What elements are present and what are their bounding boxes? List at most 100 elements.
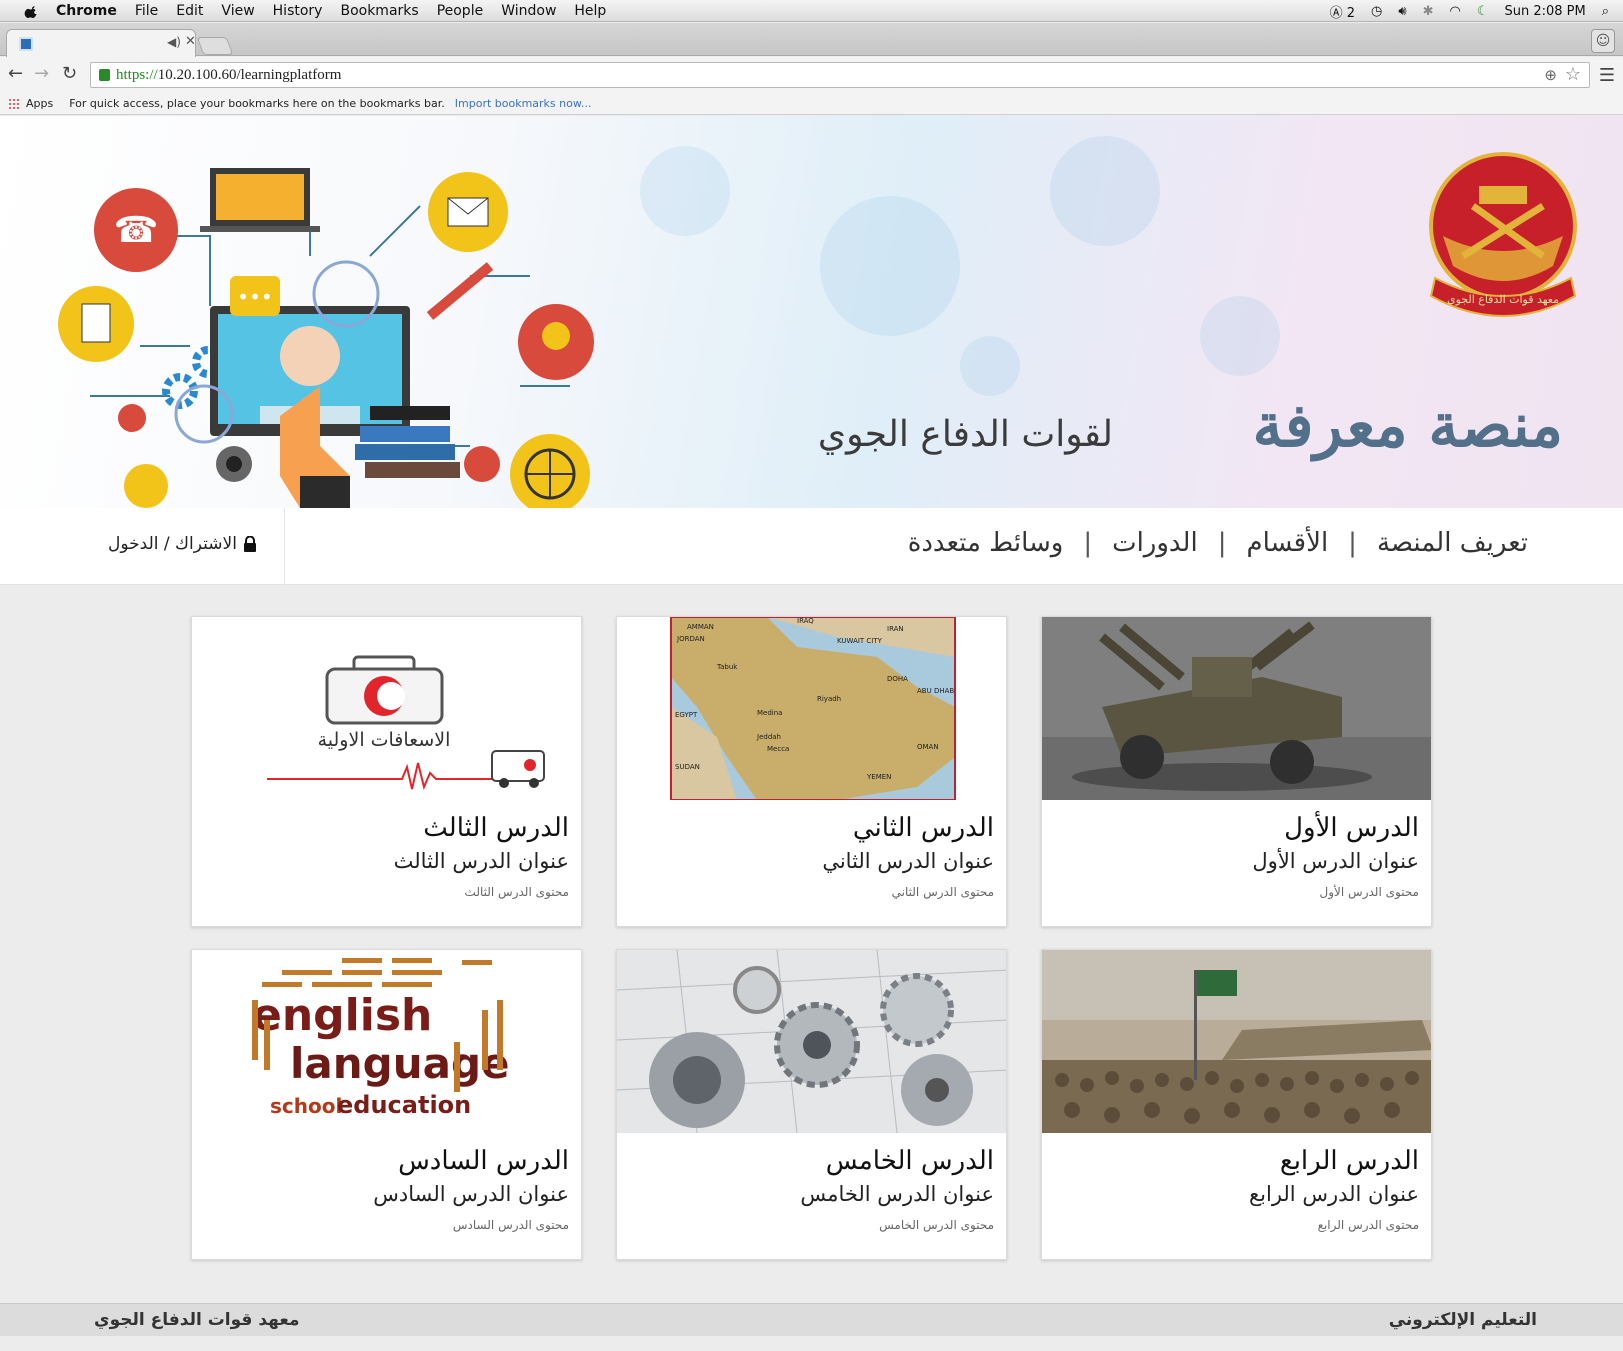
volume-icon[interactable]: 🔊︎ [1398,4,1406,19]
lesson-card-6[interactable]: english language school education الدرس … [191,949,582,1260]
nav-departments[interactable]: الأقسام [1246,528,1328,558]
import-bookmarks-link[interactable]: Import bookmarks now... [455,97,592,110]
adobe-status-icon[interactable]: Ⓐ 2 [1330,2,1355,21]
svg-text:☎: ☎ [114,210,159,251]
lesson-subtitle: عنوان الدرس الرابع [1248,1182,1419,1206]
lesson-title[interactable]: الدرس الخامس [826,1146,994,1176]
arabian-peninsula-map-image: IRAQ IRAN KUWAIT CITY JORDAN AMMAN Tabuk… [617,617,1006,800]
lesson-title[interactable]: الدرس الرابع [1280,1146,1419,1176]
login-label: الاشتراك / الدخول [108,534,237,554]
nav-separator: | [1083,528,1093,558]
map-label: KUWAIT CITY [837,637,883,645]
reload-icon[interactable]: ↻ [62,63,77,84]
lesson-title[interactable]: الدرس الثالث [423,813,569,843]
menu-view[interactable]: View [221,3,254,19]
login-signup-link[interactable]: الاشتراك / الدخول [108,534,257,554]
bookmark-apps[interactable]: Apps [26,97,53,110]
new-tab-button[interactable] [196,37,234,55]
footer-elearning[interactable]: التعليم الإلكتروني [1389,1310,1537,1330]
nav-multimedia[interactable]: وسائط متعددة [908,528,1064,558]
bluetooth-icon[interactable]: ✱ [1423,4,1434,19]
bookmark-star-icon[interactable]: ☆ [1565,64,1581,85]
machine-gears-image [617,950,1006,1133]
status-count: 2 [1346,5,1356,21]
nav-courses[interactable]: الدورات [1112,528,1198,558]
map-label: Medina [757,709,782,717]
bookmarks-bar: Apps For quick access, place your bookma… [0,93,1623,115]
spotlight-search-icon[interactable]: ⌕ [1602,4,1609,19]
menu-people[interactable]: People [437,3,484,19]
nav-separator: | [1348,528,1357,558]
tab-favicon [19,37,33,51]
lesson-content: محتوى الدرس الرابع [1317,1218,1419,1232]
menu-clock[interactable]: Sun 2:08 PM [1504,4,1585,19]
padlock-icon [243,536,256,552]
tab-close-icon[interactable]: ✕ [185,34,196,49]
banner-title: منصة معرفة [1252,391,1563,461]
map-label: SUDAN [675,763,700,771]
map-label: IRAN [887,625,904,633]
map-label: Mecca [767,745,789,753]
time-machine-icon[interactable]: ◷ [1371,4,1382,19]
emblem-text: معهد قوات الدفاع الجوي [1447,293,1559,306]
word-school: school [270,1094,342,1118]
moon-icon[interactable]: ☾ [1477,4,1489,19]
forward-arrow-icon[interactable]: → [34,63,49,84]
apps-grid-icon[interactable] [8,97,20,110]
map-label: Jeddah [756,733,781,741]
menu-history[interactable]: History [273,3,323,19]
url-path: 10.20.100.60/learningplatform [157,66,342,83]
banner-subtitle: لقوات الدفاع الجوي [817,414,1113,455]
menu-app-name[interactable]: Chrome [56,3,117,19]
chrome-menu-icon[interactable]: ☰ [1599,65,1615,86]
lesson-title[interactable]: الدرس الأول [1284,813,1419,843]
nav-about-platform[interactable]: تعريف المنصة [1377,528,1528,558]
zoom-icon[interactable]: ⊕ [1544,66,1557,85]
elearning-illustration: ☎ ••• [58,168,594,508]
lesson-subtitle: عنوان الدرس الأول [1252,849,1419,873]
lesson-subtitle: عنوان الدرس السادس [373,1182,569,1206]
menu-help[interactable]: Help [574,3,606,19]
lesson-title[interactable]: الدرس الثاني [853,813,994,843]
lesson-card-4[interactable]: الدرس الرابع عنوان الدرس الرابع محتوى ال… [1041,949,1432,1260]
menu-bookmarks[interactable]: Bookmarks [340,3,418,19]
footer-padding [0,1336,1623,1351]
map-label: YEMEN [866,773,891,781]
map-label: EGYPT [675,711,698,719]
menu-file[interactable]: File [135,3,158,19]
lesson-content: محتوى الدرس الثاني [891,885,994,899]
secure-lock-icon[interactable] [99,69,110,81]
lesson-card-1[interactable]: الدرس الأول عنوان الدرس الأول محتوى الدر… [1041,616,1432,927]
lesson-title[interactable]: الدرس السادس [398,1146,569,1176]
lesson-content: محتوى الدرس الأول [1319,885,1419,899]
lesson-card-5[interactable]: الدرس الخامس عنوان الدرس الخامس محتوى ال… [616,949,1007,1260]
apple-logo-icon[interactable] [22,4,42,18]
first-aid-caption: الاسعافات الاولية [318,729,451,751]
nav-divider [284,508,285,585]
menu-edit[interactable]: Edit [176,3,203,19]
menu-window[interactable]: Window [501,3,556,19]
lesson-subtitle: عنوان الدرس الخامس [800,1182,994,1206]
lesson-card-3[interactable]: الاسعافات الاولية الدرس الثالث عنوان الد… [191,616,582,927]
map-label: Riyadh [817,695,841,703]
wifi-icon[interactable]: ◠ [1449,4,1460,19]
back-arrow-icon[interactable]: ← [8,63,23,84]
map-label: IRAQ [797,617,814,625]
lesson-subtitle: عنوان الدرس الثاني [822,849,994,873]
browser-tab-active[interactable]: ◀︎) ✕ [6,29,196,57]
nav-separator: | [1217,528,1227,558]
main-navigation: تعريف المنصة | الأقسام | الدورات | وسائط… [0,508,1623,585]
address-bar[interactable]: https:// 10.20.100.60/learningplatform ⊕… [90,62,1590,88]
military-parade-image [1042,950,1431,1133]
word-language: language [290,1039,510,1088]
first-aid-image: الاسعافات الاولية [192,617,581,800]
browser-toolbar: ← → ↻ https:// 10.20.100.60/learningplat… [0,57,1623,93]
tab-audio-icon[interactable]: ◀︎) [167,35,181,49]
lesson-card-2[interactable]: IRAQ IRAN KUWAIT CITY JORDAN AMMAN Tabuk… [616,616,1007,927]
page-footer: التعليم الإلكتروني معهد قوات الدفاع الجو… [0,1303,1623,1336]
lesson-content: محتوى الدرس الخامس [879,1218,994,1232]
footer-institute[interactable]: معهد قوات الدفاع الجوي [94,1310,299,1330]
map-label: AMMAN [687,623,714,631]
profile-icon[interactable]: ☺ [1591,29,1615,53]
browser-tab-strip: ◀︎) ✕ ☺ [0,23,1623,57]
